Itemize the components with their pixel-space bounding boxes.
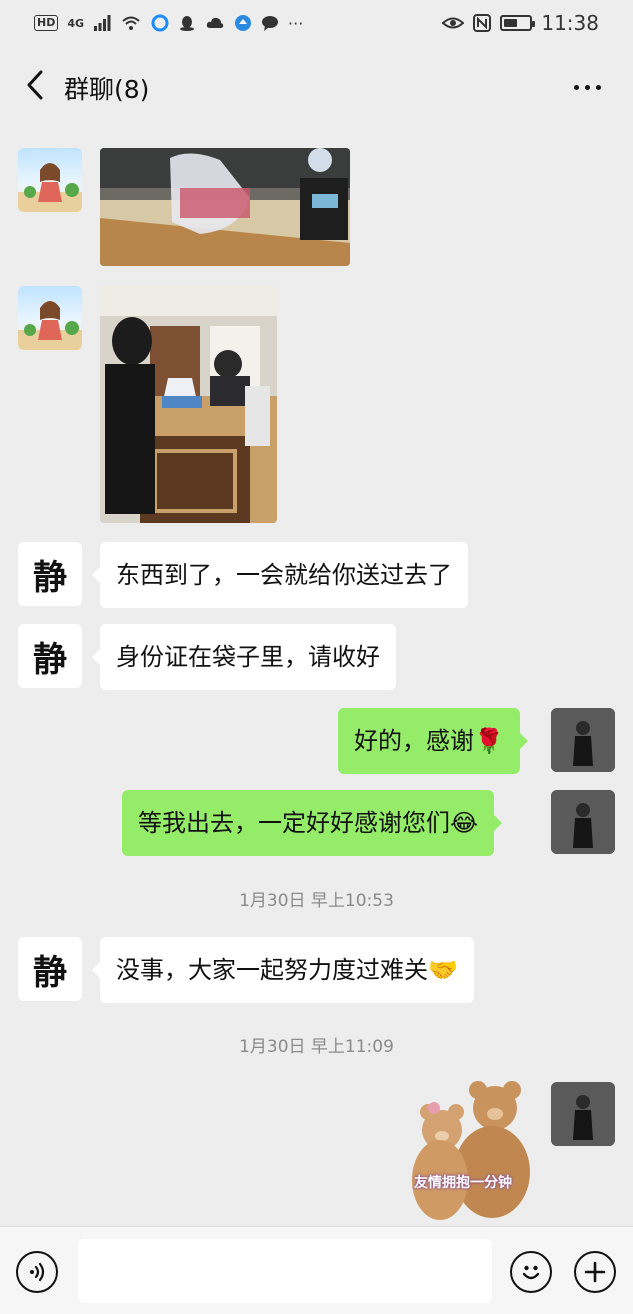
back-button[interactable] [18, 68, 52, 102]
person-photo-icon [551, 790, 615, 854]
message-input[interactable] [78, 1239, 492, 1303]
message-bubble[interactable]: 没事，大家一起努力度过难关🤝 [92, 937, 474, 1003]
person-photo-icon [551, 1082, 615, 1146]
message-text: 好的，感谢🌹 [354, 727, 504, 755]
sticker-caption: 友情拥抱一分钟 [414, 1175, 512, 1191]
avatar[interactable]: 静 [18, 542, 82, 606]
wifi-icon [122, 16, 140, 30]
voice-input-button[interactable] [16, 1251, 58, 1293]
status-right: 11:38 [442, 11, 599, 35]
eye-comfort-icon [442, 17, 465, 29]
avatar[interactable] [18, 148, 82, 212]
app-icon [235, 15, 252, 31]
avatar[interactable] [18, 286, 82, 350]
battery-icon [500, 15, 536, 31]
smiley-icon [522, 1265, 540, 1280]
girl-cartoon-icon [18, 301, 82, 350]
message-bubble[interactable]: 身份证在袋子里，请收好 [92, 624, 396, 690]
avatar-character: 静 [33, 639, 67, 680]
message-text: 没事，大家一起努力度过难关🤝 [116, 956, 458, 984]
message-text: 身份证在袋子里，请收好 [116, 643, 380, 671]
chevron-left-icon [27, 70, 43, 100]
avatar[interactable]: 静 [18, 937, 82, 1001]
person-photo-icon [551, 708, 615, 772]
voice-icon [30, 1262, 45, 1282]
avatar[interactable] [551, 708, 615, 772]
girl-cartoon-icon [18, 163, 82, 212]
avatar[interactable]: 静 [18, 624, 82, 688]
hd-indicator: HD [34, 15, 59, 31]
more-options-button[interactable] [567, 72, 607, 102]
photo-reception-desk [100, 148, 350, 266]
status-time: 11:38 [541, 11, 599, 35]
avatar[interactable] [551, 790, 615, 854]
signal-bars-icon [94, 15, 111, 31]
dot-icon [573, 84, 579, 90]
message-text: 等我出去，一定好好感谢您们😂 [138, 809, 479, 837]
message-timestamp: 1月30日 早上11:09 [239, 1037, 394, 1057]
browser-icon [151, 14, 169, 32]
status-left: HD 4G ··· [34, 14, 303, 33]
plus-icon [584, 1261, 606, 1283]
cloud-icon [206, 17, 224, 28]
avatar-character: 静 [33, 952, 67, 993]
signal-label: 4G [67, 16, 85, 30]
message-bubble[interactable]: 等我出去，一定好好感谢您们😂 [122, 790, 503, 856]
chat-notification-icon [262, 16, 279, 31]
chat-photo[interactable] [100, 286, 277, 523]
message-bubble[interactable]: 东西到了，一会就给你送过去了 [92, 542, 468, 608]
nfc-icon [473, 14, 492, 32]
status-bar: HD 4G ··· 11:38 [0, 0, 633, 46]
chat-input-bar [0, 1226, 633, 1314]
dot-icon [584, 84, 590, 90]
photo-front-desk-person [100, 286, 277, 523]
qq-icon [180, 16, 195, 31]
sticker-message[interactable]: 友情拥抱一分钟 [400, 1080, 540, 1226]
more-notifications-indicator: ··· [288, 13, 304, 33]
chat-header: 群聊(8) [0, 46, 633, 126]
page-title: 群聊(8) [64, 75, 150, 104]
message-bubble[interactable]: 好的，感谢🌹 [338, 708, 528, 774]
avatar-character: 静 [33, 557, 67, 598]
more-functions-button[interactable] [574, 1251, 616, 1293]
message-text: 东西到了，一会就给你送过去了 [116, 561, 452, 589]
teddy-bears-hug-sticker [412, 1081, 530, 1220]
emoji-button[interactable] [510, 1251, 552, 1293]
message-timestamp: 1月30日 早上10:53 [239, 891, 394, 911]
chat-photo[interactable] [100, 148, 350, 266]
avatar[interactable] [551, 1082, 615, 1146]
dot-icon [595, 84, 601, 90]
